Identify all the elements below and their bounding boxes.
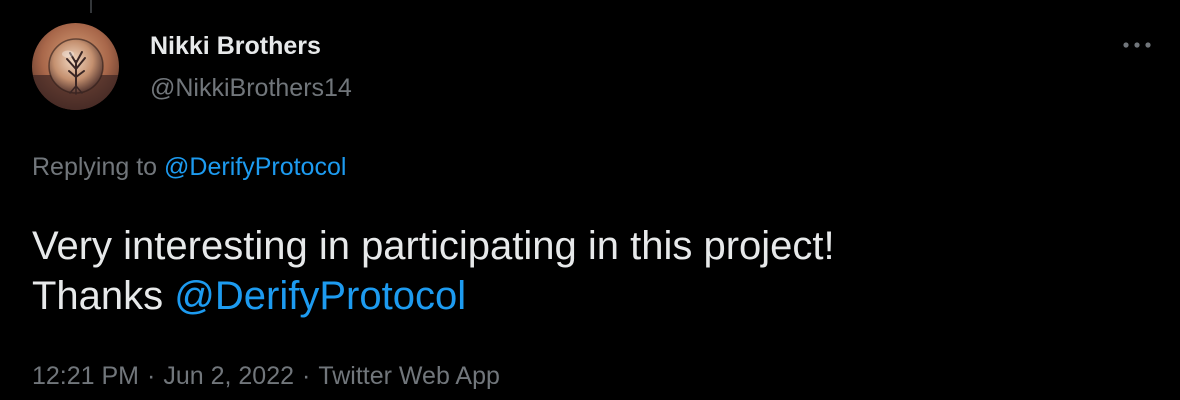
reply-context-prefix: Replying to (32, 153, 158, 181)
reply-context-mention-link[interactable]: @DerifyProtocol (164, 153, 346, 181)
tweet-date[interactable]: Jun 2, 2022 (163, 362, 294, 390)
more-horizontal-icon (1123, 42, 1151, 48)
avatar-image (32, 23, 119, 110)
tweet-mention-link[interactable]: @DerifyProtocol (174, 274, 466, 318)
tweet-text: Very interesting in participating in thi… (32, 221, 1132, 321)
tweet-text-thanks: Thanks (32, 274, 164, 318)
tweet-source[interactable]: Twitter Web App (318, 362, 500, 390)
tweet-text-line-1: Very interesting in participating in thi… (32, 224, 835, 268)
author-handle[interactable]: @NikkiBrothers14 (150, 72, 352, 104)
avatar[interactable] (32, 23, 119, 110)
tweet-metadata: 12:21 PM · Jun 2, 2022 · Twitter Web App (32, 360, 500, 392)
reply-context: Replying to @DerifyProtocol (32, 151, 346, 183)
author-display-name[interactable]: Nikki Brothers (150, 30, 321, 62)
meta-separator: · (147, 362, 156, 390)
thread-connector-line (90, 0, 92, 13)
tweet-time[interactable]: 12:21 PM (32, 362, 139, 390)
meta-separator: · (302, 362, 311, 390)
more-options-button[interactable] (1120, 30, 1154, 60)
tweet-text-line-2: Thanks @DerifyProtocol (32, 271, 1132, 321)
